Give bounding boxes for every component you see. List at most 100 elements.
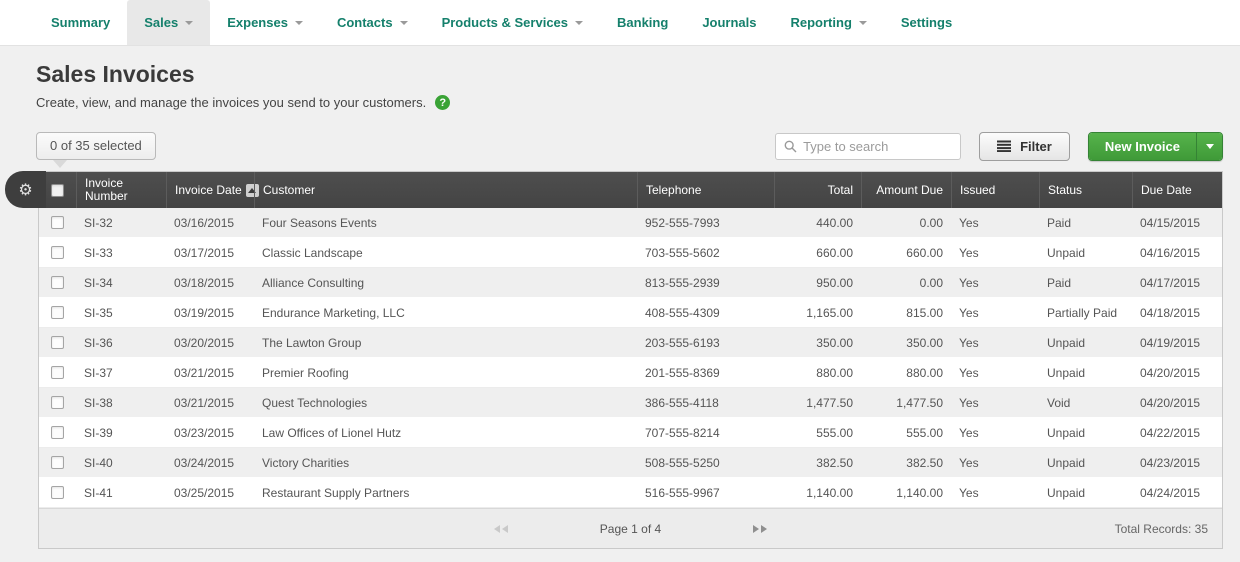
amount-due-cell: 0.00	[861, 216, 951, 230]
double-right-arrow-icon	[761, 525, 767, 533]
status-cell: Unpaid	[1039, 486, 1132, 500]
invoice-date-cell: 03/18/2015	[166, 276, 254, 290]
telephone-cell: 508-555-5250	[637, 456, 774, 470]
chevron-down-icon	[295, 21, 303, 25]
row-checkbox[interactable]	[51, 216, 64, 229]
page-content: Sales Invoices Create, view, and manage …	[0, 61, 1240, 549]
customer-cell: The Lawton Group	[254, 336, 637, 350]
nav-item-label: Contacts	[337, 15, 393, 30]
row-checkbox[interactable]	[51, 426, 64, 439]
table-row[interactable]: SI-35 03/19/2015 Endurance Marketing, LL…	[39, 298, 1222, 328]
chevron-down-icon	[400, 21, 408, 25]
nav-item-products-services[interactable]: Products & Services	[425, 0, 600, 45]
previous-page-button[interactable]	[490, 521, 512, 537]
amount-due-cell: 660.00	[861, 246, 951, 260]
table-row[interactable]: SI-36 03/20/2015 The Lawton Group 203-55…	[39, 328, 1222, 358]
new-invoice-button[interactable]: New Invoice	[1089, 133, 1196, 160]
table-row[interactable]: SI-33 03/17/2015 Classic Landscape 703-5…	[39, 238, 1222, 268]
telephone-cell: 703-555-5602	[637, 246, 774, 260]
customer-cell: Endurance Marketing, LLC	[254, 306, 637, 320]
due-date-cell: 04/19/2015	[1132, 336, 1222, 350]
row-checkbox[interactable]	[51, 276, 64, 289]
invoice-date-cell: 03/24/2015	[166, 456, 254, 470]
nav-item-contacts[interactable]: Contacts	[320, 0, 425, 45]
table-row[interactable]: SI-34 03/18/2015 Alliance Consulting 813…	[39, 268, 1222, 298]
column-header-telephone[interactable]: Telephone	[637, 172, 774, 208]
nav-item-expenses[interactable]: Expenses	[210, 0, 320, 45]
table-row[interactable]: SI-37 03/21/2015 Premier Roofing 201-555…	[39, 358, 1222, 388]
page-subtitle: Create, view, and manage the invoices yo…	[36, 95, 426, 110]
column-header-due-date[interactable]: Due Date	[1132, 172, 1222, 208]
issued-cell: Yes	[951, 246, 1039, 260]
issued-cell: Yes	[951, 366, 1039, 380]
table-row[interactable]: SI-39 03/23/2015 Law Offices of Lionel H…	[39, 418, 1222, 448]
row-checkbox[interactable]	[51, 366, 64, 379]
invoice-number-cell: SI-33	[76, 246, 166, 260]
telephone-cell: 386-555-4118	[637, 396, 774, 410]
row-checkbox[interactable]	[51, 336, 64, 349]
invoice-date-cell: 03/25/2015	[166, 486, 254, 500]
next-page-button[interactable]	[749, 521, 771, 537]
filter-lines-icon	[997, 140, 1011, 152]
issued-cell: Yes	[951, 486, 1039, 500]
nav-item-sales[interactable]: Sales	[127, 0, 210, 45]
table-row[interactable]: SI-40 03/24/2015 Victory Charities 508-5…	[39, 448, 1222, 478]
telephone-cell: 516-555-9967	[637, 486, 774, 500]
gear-icon: ⚙	[18, 182, 32, 198]
status-cell: Unpaid	[1039, 336, 1132, 350]
nav-item-label: Settings	[901, 15, 952, 30]
double-left-arrow-icon	[494, 525, 500, 533]
chevron-down-icon	[859, 21, 867, 25]
column-header-invoice-number[interactable]: Invoice Number	[76, 172, 166, 208]
customer-cell: Restaurant Supply Partners	[254, 486, 637, 500]
row-checkbox[interactable]	[51, 396, 64, 409]
amount-due-cell: 1,140.00	[861, 486, 951, 500]
invoice-number-cell: SI-38	[76, 396, 166, 410]
invoice-date-cell: 03/19/2015	[166, 306, 254, 320]
row-checkbox[interactable]	[51, 306, 64, 319]
invoice-number-cell: SI-35	[76, 306, 166, 320]
row-checkbox-cell	[39, 366, 76, 379]
search-input[interactable]	[803, 139, 952, 154]
nav-item-settings[interactable]: Settings	[884, 0, 969, 45]
status-cell: Paid	[1039, 216, 1132, 230]
new-invoice-dropdown-toggle[interactable]	[1196, 133, 1222, 160]
column-header-issued[interactable]: Issued	[951, 172, 1039, 208]
nav-item-journals[interactable]: Journals	[685, 0, 773, 45]
table-settings-button[interactable]: ⚙	[5, 171, 46, 208]
page-title: Sales Invoices	[36, 61, 1223, 88]
nav-item-reporting[interactable]: Reporting	[774, 0, 884, 45]
row-checkbox-cell	[39, 456, 76, 469]
amount-due-cell: 0.00	[861, 276, 951, 290]
double-right-arrow-icon	[753, 525, 759, 533]
total-cell: 555.00	[774, 426, 861, 440]
table-row[interactable]: SI-38 03/21/2015 Quest Technologies 386-…	[39, 388, 1222, 418]
row-checkbox[interactable]	[51, 456, 64, 469]
due-date-cell: 04/20/2015	[1132, 366, 1222, 380]
column-header-customer[interactable]: Customer	[254, 172, 637, 208]
nav-item-summary[interactable]: Summary	[34, 0, 127, 45]
column-header-status[interactable]: Status	[1039, 172, 1132, 208]
filter-button[interactable]: Filter	[979, 132, 1070, 161]
due-date-cell: 04/17/2015	[1132, 276, 1222, 290]
row-checkbox[interactable]	[51, 246, 64, 259]
total-cell: 440.00	[774, 216, 861, 230]
row-checkbox[interactable]	[51, 486, 64, 499]
table-row[interactable]: SI-41 03/25/2015 Restaurant Supply Partn…	[39, 478, 1222, 508]
select-all-checkbox[interactable]	[51, 184, 64, 197]
nav-item-banking[interactable]: Banking	[600, 0, 685, 45]
issued-cell: Yes	[951, 216, 1039, 230]
column-header-total[interactable]: Total	[774, 172, 861, 208]
total-cell: 382.50	[774, 456, 861, 470]
table-row[interactable]: SI-32 03/16/2015 Four Seasons Events 952…	[39, 208, 1222, 238]
column-header-invoice-date[interactable]: Invoice Date	[166, 172, 254, 208]
chevron-down-icon	[575, 21, 583, 25]
column-header-amount-due[interactable]: Amount Due	[861, 172, 951, 208]
issued-cell: Yes	[951, 426, 1039, 440]
issued-cell: Yes	[951, 396, 1039, 410]
telephone-cell: 203-555-6193	[637, 336, 774, 350]
telephone-cell: 408-555-4309	[637, 306, 774, 320]
help-icon[interactable]: ?	[435, 95, 450, 110]
total-records-label: Total Records: 35	[1115, 509, 1208, 549]
nav-item-label: Expenses	[227, 15, 288, 30]
